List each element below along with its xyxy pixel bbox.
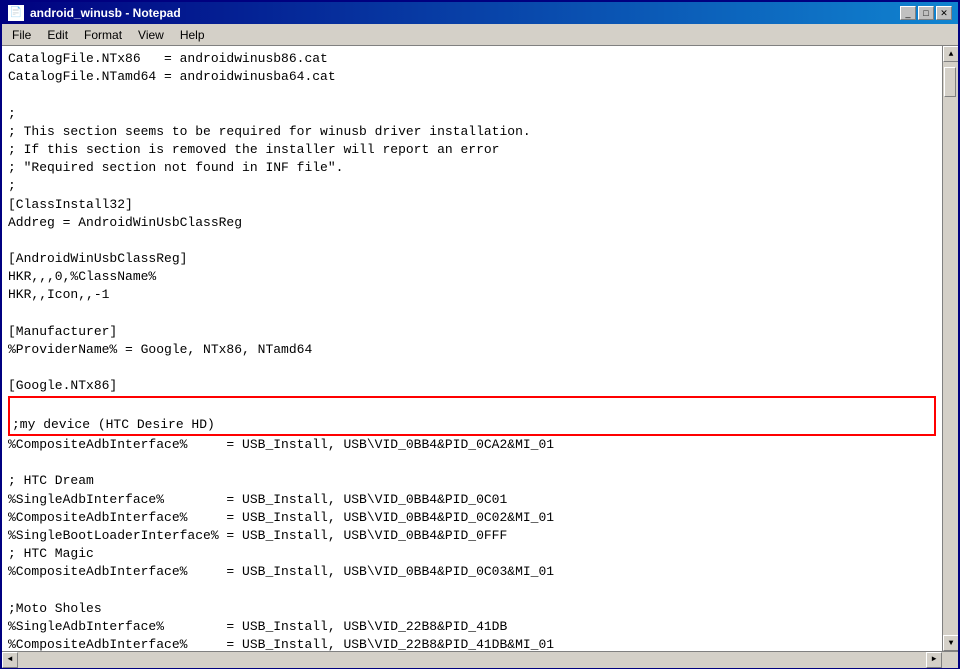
scroll-track-v[interactable]: [943, 62, 958, 635]
scroll-down-button[interactable]: ▼: [943, 635, 958, 651]
size-grip: [942, 652, 958, 668]
bottom-bar: ◄ ►: [2, 651, 958, 667]
minimize-button[interactable]: _: [900, 6, 916, 20]
main-window: 📄 android_winusb - Notepad _ □ ✕ File Ed…: [0, 0, 960, 669]
title-bar-left: 📄 android_winusb - Notepad: [8, 5, 181, 21]
menu-edit[interactable]: Edit: [39, 24, 76, 45]
close-button[interactable]: ✕: [936, 6, 952, 20]
title-bar: 📄 android_winusb - Notepad _ □ ✕: [2, 2, 958, 24]
scroll-thumb-v[interactable]: [944, 67, 956, 97]
vertical-scrollbar[interactable]: ▲ ▼: [942, 46, 958, 651]
horizontal-scrollbar[interactable]: ◄ ►: [2, 652, 942, 668]
menu-view[interactable]: View: [130, 24, 172, 45]
content-area: CatalogFile.NTx86 = androidwinusb86.cat …: [2, 46, 958, 651]
scroll-track-h[interactable]: [18, 652, 926, 668]
menu-format[interactable]: Format: [76, 24, 130, 45]
menu-file[interactable]: File: [4, 24, 39, 45]
scroll-right-button[interactable]: ►: [926, 652, 942, 668]
window-controls: _ □ ✕: [900, 6, 952, 20]
text-editor[interactable]: CatalogFile.NTx86 = androidwinusb86.cat …: [2, 46, 942, 651]
scroll-up-button[interactable]: ▲: [943, 46, 958, 62]
menu-help[interactable]: Help: [172, 24, 213, 45]
window-title: android_winusb - Notepad: [30, 6, 181, 20]
app-icon: 📄: [8, 5, 24, 21]
menu-bar: File Edit Format View Help: [2, 24, 958, 46]
maximize-button[interactable]: □: [918, 6, 934, 20]
scroll-left-button[interactable]: ◄: [2, 652, 18, 668]
